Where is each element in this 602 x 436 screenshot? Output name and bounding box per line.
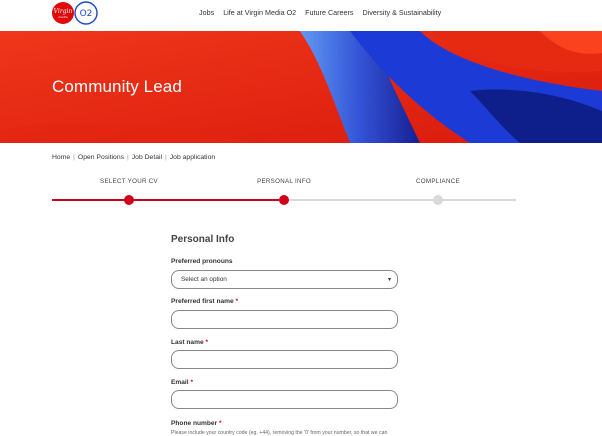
first-name-label: Preferred first name * [171, 298, 238, 305]
phone-hint-text: Please include your country code (eg. +4… [171, 430, 388, 436]
pronouns-label: Preferred pronouns [171, 258, 233, 265]
virgin-media-o2-logo[interactable]: Virgin media O2 [51, 1, 99, 25]
top-navigation-bar: Virgin media O2 Jobs Life at Virgin Medi… [0, 0, 602, 31]
phone-label: Phone number * [171, 420, 222, 427]
pronouns-select[interactable]: Select an option ▾ [171, 270, 398, 289]
breadcrumb-home[interactable]: Home [52, 154, 70, 161]
nav-diversity-sustainability[interactable]: Diversity & Sustainability [363, 8, 442, 17]
last-name-input[interactable] [171, 350, 398, 369]
form-section-title: Personal Info [171, 234, 235, 245]
breadcrumb-open-positions[interactable]: Open Positions [78, 154, 124, 161]
breadcrumb-job-detail[interactable]: Job Detail [132, 154, 162, 161]
step-dot-select-cv[interactable] [124, 195, 134, 205]
pronouns-selected-value: Select an option [181, 276, 227, 283]
step-label-select-cv: SELECT YOUR CV [100, 178, 158, 185]
last-name-label-text: Last name [171, 339, 204, 346]
email-input[interactable] [171, 390, 398, 409]
step-dot-compliance [433, 195, 443, 205]
breadcrumb-separator: | [165, 154, 167, 161]
required-marker: * [190, 379, 194, 386]
hero-banner: Community Lead [0, 31, 602, 143]
step-label-personal-info: PERSONAL INFO [257, 178, 311, 185]
required-marker: * [205, 339, 209, 346]
nav-jobs[interactable]: Jobs [199, 8, 214, 17]
nav-life-at-virgin-media-o2[interactable]: Life at Virgin Media O2 [223, 8, 296, 17]
last-name-label: Last name * [171, 339, 208, 346]
main-navigation: Jobs Life at Virgin Media O2 Future Care… [199, 8, 441, 17]
email-label: Email * [171, 379, 193, 386]
progress-track-complete [52, 199, 284, 201]
application-progress-stepper: SELECT YOUR CV PERSONAL INFO COMPLIANCE [52, 178, 516, 208]
breadcrumb-job-application: Job application [169, 154, 216, 161]
first-name-input[interactable] [171, 310, 398, 329]
breadcrumb-separator: | [73, 154, 75, 161]
logo-virgin-text: Virgin [54, 8, 73, 15]
required-marker: * [219, 420, 222, 427]
first-name-label-text: Preferred first name [171, 298, 234, 305]
step-label-compliance: COMPLIANCE [416, 178, 460, 185]
progress-track-pending [284, 199, 516, 201]
chevron-down-icon: ▾ [387, 277, 391, 283]
phone-label-text: Phone number [171, 420, 218, 427]
logo-o2-text: O2 [80, 9, 93, 19]
nav-future-careers[interactable]: Future Careers [305, 8, 353, 17]
required-marker: * [235, 298, 239, 305]
step-dot-personal-info[interactable] [279, 195, 289, 205]
breadcrumb: Home | Open Positions | Job Detail | Job… [52, 154, 215, 161]
breadcrumb-separator: | [127, 154, 129, 161]
email-label-text: Email [171, 379, 189, 386]
page-title: Community Lead [52, 77, 182, 96]
logo-media-text: media [58, 15, 68, 19]
